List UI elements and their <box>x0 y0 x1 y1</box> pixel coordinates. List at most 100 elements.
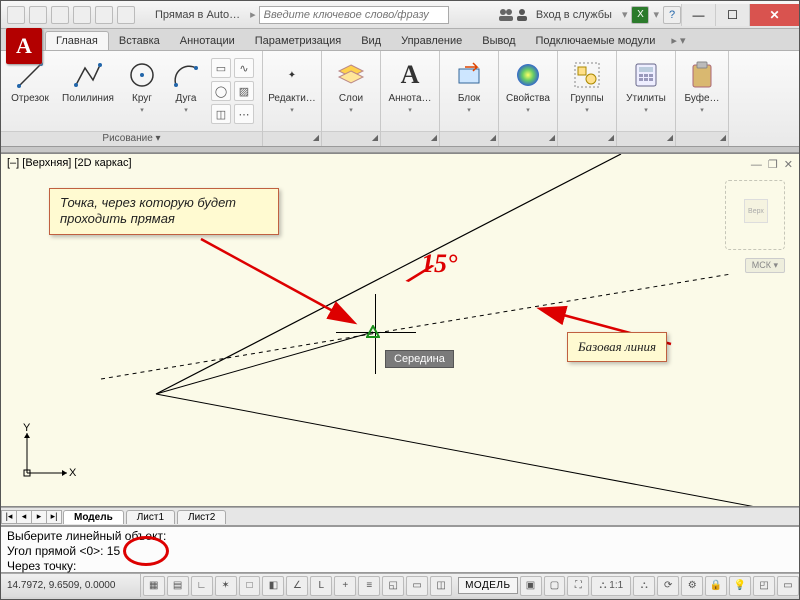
status-isolate-icon[interactable]: ◰ <box>753 576 775 596</box>
spline-icon[interactable]: ∿ <box>234 58 254 78</box>
maximize-button[interactable]: ☐ <box>715 4 749 26</box>
sheet-layout1[interactable]: Лист1 <box>126 510 175 524</box>
qat-redo-icon[interactable] <box>95 6 113 24</box>
qat-new-icon[interactable] <box>7 6 25 24</box>
status-clean-icon[interactable]: ▭ <box>777 576 799 596</box>
login-link[interactable]: Вход в службы <box>530 9 618 21</box>
status-annovis-icon[interactable]: ⛬ <box>633 576 655 596</box>
search-input[interactable] <box>259 6 449 24</box>
exchange-icon[interactable]: X <box>631 6 649 24</box>
arc-label: Дуга <box>176 93 197 104</box>
tab-annotate[interactable]: Аннотации <box>170 32 245 50</box>
clipboard-button[interactable]: Буфе…▾ <box>682 55 722 127</box>
qat-print-icon[interactable] <box>117 6 135 24</box>
polyline-button[interactable]: Полилиния <box>59 55 117 127</box>
panel-expand-icon[interactable]: ◢ <box>608 133 614 142</box>
sheet-layout2[interactable]: Лист2 <box>177 510 226 524</box>
help-dropdown-icon[interactable]: ▾ <box>649 8 663 21</box>
status-layouts-icon[interactable]: ▢ <box>544 576 566 596</box>
people-icon <box>498 7 514 23</box>
tab-manage[interactable]: Управление <box>391 32 472 50</box>
status-quickview-icon[interactable]: ▣ <box>520 576 542 596</box>
search-arrow-icon: ▸ <box>250 9 256 21</box>
arc-button[interactable]: Дуга ▾ <box>167 55 205 127</box>
status-trans-icon[interactable]: ◱ <box>382 576 404 596</box>
panel-expand-icon[interactable]: ◢ <box>549 133 555 142</box>
text-icon: A <box>394 59 426 91</box>
panel-expand-icon[interactable]: ◢ <box>720 133 726 142</box>
circle-button[interactable]: Круг ▾ <box>123 55 161 127</box>
properties-button[interactable]: Свойства▾ <box>505 55 551 127</box>
panel-expand-icon[interactable]: ◢ <box>431 133 437 142</box>
panel-expand-icon[interactable]: ◢ <box>667 133 673 142</box>
block-button[interactable]: Блок▾ <box>446 55 492 127</box>
tab-view[interactable]: Вид <box>351 32 391 50</box>
close-button[interactable]: ✕ <box>749 4 799 26</box>
app-menu-button[interactable]: A <box>6 28 42 64</box>
ucs-icon: X Y <box>17 423 77 488</box>
panel-expand-icon[interactable]: ◢ <box>490 133 496 142</box>
status-lock-icon[interactable]: 🔒 <box>705 576 727 596</box>
clipboard-icon <box>686 59 718 91</box>
line-label: Отрезок <box>11 93 49 104</box>
status-model-toggle[interactable]: МОДЕЛЬ <box>458 577 517 594</box>
utils-button[interactable]: Утилиты▾ <box>623 55 669 127</box>
status-ortho-icon[interactable]: ∟ <box>191 576 213 596</box>
layers-button[interactable]: Слои▾ <box>328 55 374 127</box>
hatch-icon[interactable]: ▨ <box>234 81 254 101</box>
user-icon <box>514 7 530 23</box>
ribbon-tabs: Главная Вставка Аннотации Параметризация… <box>1 29 799 51</box>
sheet-nav-prev[interactable]: ◂ <box>16 510 32 524</box>
tab-plugins[interactable]: Подключаемые модули <box>526 32 666 50</box>
panel-expand-icon[interactable]: ◢ <box>372 133 378 142</box>
chevron-down-icon[interactable]: ▾ <box>618 8 632 21</box>
status-annoauto-icon[interactable]: ⟳ <box>657 576 679 596</box>
sheet-nav-last[interactable]: ▸| <box>46 510 62 524</box>
more-draw-icon[interactable]: ⋯ <box>234 104 254 124</box>
groups-button[interactable]: Группы▾ <box>564 55 610 127</box>
status-sc-icon[interactable]: ◫ <box>430 576 452 596</box>
angle-value: 15° <box>421 249 457 279</box>
line-button[interactable]: Отрезок <box>7 55 53 127</box>
panel-expand-icon[interactable]: ◢ <box>313 133 319 142</box>
sheet-nav-first[interactable]: |◂ <box>1 510 17 524</box>
status-bar: 14.7972, 9.6509, 0.0000 ▦ ▤ ∟ ✶ □ ◧ ∠ L … <box>1 573 799 597</box>
tab-home[interactable]: Главная <box>45 31 109 50</box>
panel-draw-title[interactable]: Рисование ▾ <box>1 131 262 146</box>
annotate-button[interactable]: AАннота…▾ <box>387 55 433 127</box>
tab-output[interactable]: Вывод <box>472 32 525 50</box>
window-title: Прямая в Auto… <box>135 9 250 21</box>
qat-undo-icon[interactable] <box>73 6 91 24</box>
status-qp-icon[interactable]: ▭ <box>406 576 428 596</box>
tab-parametric[interactable]: Параметризация <box>245 32 351 50</box>
qat-save-icon[interactable] <box>51 6 69 24</box>
command-window[interactable]: Выберите линейный объект: Угол прямой <0… <box>1 525 799 573</box>
status-osnap-icon[interactable]: □ <box>239 576 261 596</box>
status-dyn-icon[interactable]: + <box>334 576 356 596</box>
ellipse-icon[interactable]: ◯ <box>211 81 231 101</box>
status-track-icon[interactable]: ∠ <box>286 576 308 596</box>
status-workspace-icon[interactable]: ⚙ <box>681 576 703 596</box>
status-maximize-viewport-icon[interactable]: ⛶ <box>567 576 589 596</box>
minimize-button[interactable]: — <box>681 4 715 26</box>
qat-open-icon[interactable] <box>29 6 47 24</box>
status-hardware-icon[interactable]: 💡 <box>729 576 751 596</box>
rectangle-icon[interactable]: ▭ <box>211 58 231 78</box>
status-coords: 14.7972, 9.6509, 0.0000 <box>1 574 141 597</box>
status-annoscale-icon[interactable]: ⛬ 1:1 <box>591 576 631 596</box>
region-icon[interactable]: ◫ <box>211 104 231 124</box>
edit-button[interactable]: ✦Редакти…▾ <box>269 55 315 127</box>
status-3dosnap-icon[interactable]: ◧ <box>262 576 284 596</box>
status-lwt-icon[interactable]: ≡ <box>358 576 380 596</box>
help-icon[interactable]: ? <box>663 6 681 24</box>
tab-overflow-icon[interactable]: ▸ ▾ <box>665 31 691 50</box>
status-snap-icon[interactable]: ▦ <box>143 576 165 596</box>
status-grid-icon[interactable]: ▤ <box>167 576 189 596</box>
status-ducs-icon[interactable]: L <box>310 576 332 596</box>
drawing-area[interactable]: [–] [Верхняя] [2D каркас] —❐✕ Верх МСК ▾… <box>1 153 799 507</box>
status-polar-icon[interactable]: ✶ <box>215 576 237 596</box>
tab-insert[interactable]: Вставка <box>109 32 170 50</box>
snap-tooltip: Середина <box>385 350 454 368</box>
sheet-model[interactable]: Модель <box>63 510 124 524</box>
sheet-nav-next[interactable]: ▸ <box>31 510 47 524</box>
